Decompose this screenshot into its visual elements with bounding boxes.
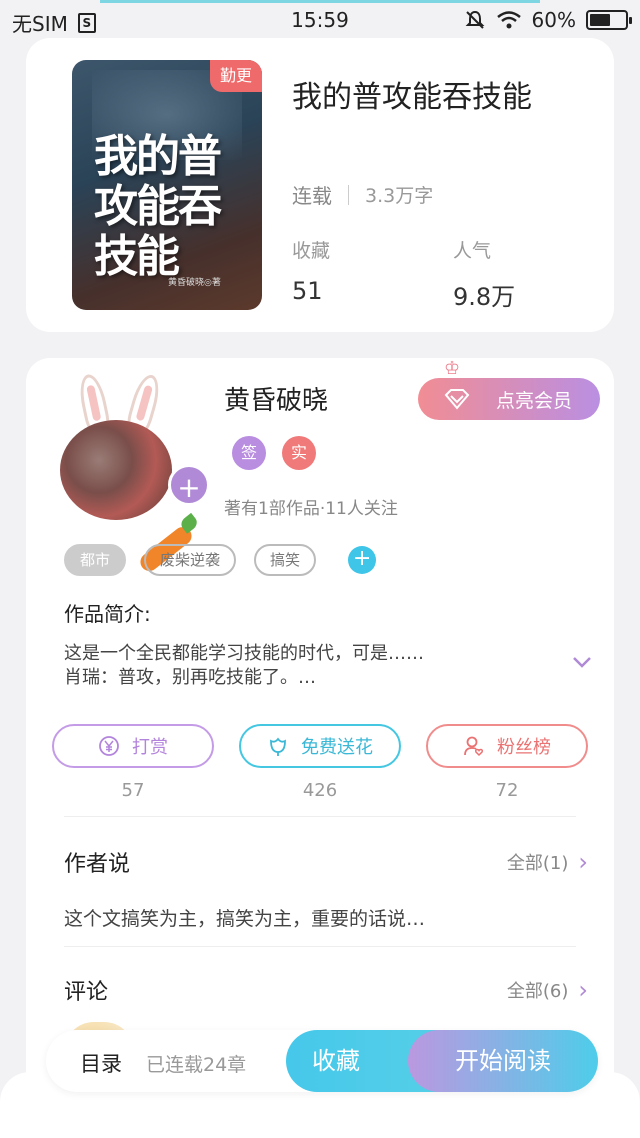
fans-count: 72 xyxy=(495,780,519,801)
meta-divider xyxy=(348,184,349,205)
fan-user-icon xyxy=(464,736,484,757)
wifi-icon xyxy=(496,11,521,29)
book-title: 我的普攻能吞技能 xyxy=(292,80,532,115)
bottom-action-bar: 目录 已连载24章 收藏 开始阅读 xyxy=(46,1030,598,1092)
activate-vip-button[interactable]: ♔ 点亮会员 xyxy=(418,358,600,420)
chevron-right-icon: › xyxy=(578,976,588,1004)
signed-badge: 签 xyxy=(232,436,266,470)
tag-underdog[interactable]: 废柴逆袭 xyxy=(144,544,237,576)
status-right: 60% xyxy=(464,8,632,32)
author-name[interactable]: 黄昏破晓 xyxy=(224,380,328,417)
book-meta: 连载 3.3万字 xyxy=(292,180,433,209)
battery-icon xyxy=(586,10,632,30)
genre-tags: 都市 废柴逆袭 搞笑 + xyxy=(64,544,377,576)
start-reading-button[interactable]: 开始阅读 xyxy=(408,1030,598,1092)
chevron-right-icon: › xyxy=(578,848,588,876)
reward-label: 打赏 xyxy=(132,737,168,758)
intro-line-1: 这是一个全民都能学习技能的时代，可是…… xyxy=(64,643,424,664)
author-says-all-label: 全部(1) xyxy=(506,853,569,874)
yuan-icon xyxy=(99,736,119,756)
avatar[interactable] xyxy=(60,420,172,520)
cover-title: 我的普攻能吞技能 xyxy=(94,131,222,282)
intro-line-2: 肖瑞：普攻，别再吃技能了。… xyxy=(64,667,316,688)
top-accent-line xyxy=(100,0,540,3)
reward-count: 57 xyxy=(121,780,145,801)
flower-icon xyxy=(270,737,286,756)
word-count: 3.3万字 xyxy=(365,185,434,207)
chevron-down-icon[interactable] xyxy=(572,652,592,672)
favorites-stat: 收藏 51 xyxy=(292,236,330,305)
tag-comedy[interactable]: 搞笑 xyxy=(254,544,317,576)
favorites-value: 51 xyxy=(292,277,323,305)
divider xyxy=(64,946,576,947)
battery-percent: 60% xyxy=(531,8,576,32)
status-bar: 无SIM S 15:59 60% xyxy=(0,0,640,40)
free-flower-button[interactable]: 免费送花 426 xyxy=(239,724,401,801)
cover-update-badge: 勤更 xyxy=(210,60,262,92)
support-actions: 打赏 57 免费送花 426 粉丝榜 72 xyxy=(52,724,588,804)
flower-count: 426 xyxy=(302,780,338,801)
author-avatar-group[interactable]: + xyxy=(60,371,210,575)
chapter-count[interactable]: 已连载24章 xyxy=(146,1050,246,1077)
mute-icon xyxy=(465,10,484,29)
fans-ranking-button[interactable]: 粉丝榜 72 xyxy=(426,724,588,801)
author-meta: 著有1部作品·11人关注 xyxy=(224,499,398,519)
table-of-contents-button[interactable]: 目录 xyxy=(80,1048,122,1078)
reward-button[interactable]: 打赏 57 xyxy=(52,724,214,801)
favorites-label: 收藏 xyxy=(292,240,331,262)
comments-all-link[interactable]: 全部(6) › xyxy=(507,976,588,1004)
diamond-icon xyxy=(444,389,470,410)
popularity-label: 人气 xyxy=(453,240,492,262)
author-detail-card: + 黄昏破晓 签 实 著有1部作品·11人关注 ♔ 点亮会员 都市 废柴逆袭 搞… xyxy=(26,358,614,1118)
comments-all-label: 全部(6) xyxy=(506,981,569,1002)
crown-icon: ♔ xyxy=(444,358,461,379)
popularity-value: 9.8万 xyxy=(453,283,516,311)
flower-label: 免费送花 xyxy=(301,737,373,758)
add-tag-button[interactable]: + xyxy=(348,546,377,574)
author-says-text[interactable]: 这个文搞笑为主，搞笑为主，重要的话说… xyxy=(64,904,425,931)
vip-button-label: 点亮会员 xyxy=(495,389,572,412)
book-cover[interactable]: 勤更 我的普攻能吞技能 黄昏破晓◎著 xyxy=(72,60,262,310)
intro-label: 作品简介: xyxy=(64,602,151,626)
author-badges: 签 实 xyxy=(232,436,316,470)
follow-plus-button[interactable]: + xyxy=(168,464,210,506)
popularity-stat: 人气 9.8万 xyxy=(453,236,515,312)
author-says-all-link[interactable]: 全部(1) › xyxy=(507,848,588,876)
author-says-title: 作者说 xyxy=(64,852,131,877)
battery-fill xyxy=(590,14,611,26)
book-status: 连载 xyxy=(292,184,332,208)
cover-author: 黄昏破晓◎著 xyxy=(168,278,221,288)
comments-title: 评论 xyxy=(64,980,109,1005)
book-info-card: 勤更 我的普攻能吞技能 黄昏破晓◎著 我的普攻能吞技能 连载 3.3万字 收藏 … xyxy=(26,38,614,332)
verified-badge: 实 xyxy=(282,436,316,470)
fans-label: 粉丝榜 xyxy=(497,737,551,758)
intro-text[interactable]: 这是一个全民都能学习技能的时代，可是…… 肖瑞：普攻，别再吃技能了。… xyxy=(64,642,524,690)
tag-urban[interactable]: 都市 xyxy=(64,544,127,576)
divider xyxy=(64,816,576,817)
